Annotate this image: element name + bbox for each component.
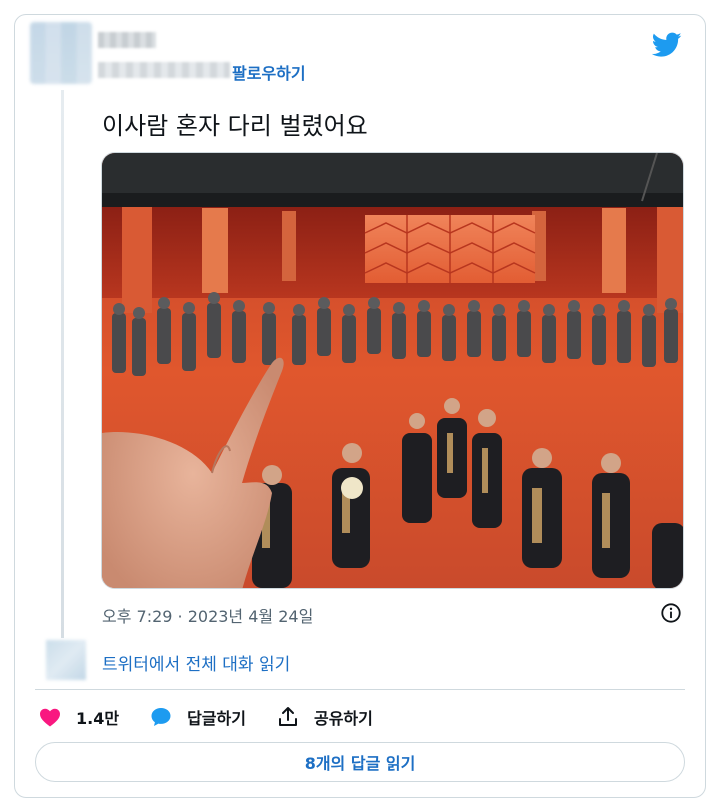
tweet-timestamp[interactable]: 오후 7:29 · 2023년 4월 24일 — [102, 603, 313, 627]
reply-label: 답글하기 — [187, 709, 246, 728]
performance-stage-photo — [102, 153, 683, 588]
divider — [35, 689, 685, 690]
speech-bubble-icon — [151, 708, 171, 726]
read-full-conversation-link[interactable]: 트위터에서 전체 대화 읽기 — [102, 650, 290, 675]
read-replies-button[interactable]: 8개의 답글 읽기 — [35, 742, 685, 782]
info-icon[interactable] — [660, 602, 682, 624]
share-label: 공유하기 — [313, 709, 373, 728]
like-count: 1.4만 — [76, 709, 120, 728]
tweet-photo[interactable] — [101, 152, 684, 589]
author-handle-blurred[interactable] — [98, 62, 230, 78]
conversation-avatar-blurred — [46, 640, 86, 680]
like-button[interactable]: 1.4만 — [38, 705, 119, 729]
share-button[interactable]: 공유하기 — [276, 705, 373, 729]
tweet-text: 이사람 혼자 다리 벌렸어요 — [102, 112, 368, 140]
tweet-actions-bar: 1.4만 답글하기 공유하기 — [38, 702, 403, 732]
author-name-blurred[interactable] — [98, 32, 156, 48]
follow-link[interactable]: 팔로우하기 — [232, 60, 306, 84]
thread-line — [61, 90, 64, 638]
reply-button[interactable]: 답글하기 — [149, 705, 246, 729]
author-avatar[interactable] — [30, 22, 92, 84]
share-arrow-icon — [278, 707, 297, 726]
twitter-bird-icon[interactable] — [652, 32, 682, 58]
heart-icon — [40, 708, 60, 727]
